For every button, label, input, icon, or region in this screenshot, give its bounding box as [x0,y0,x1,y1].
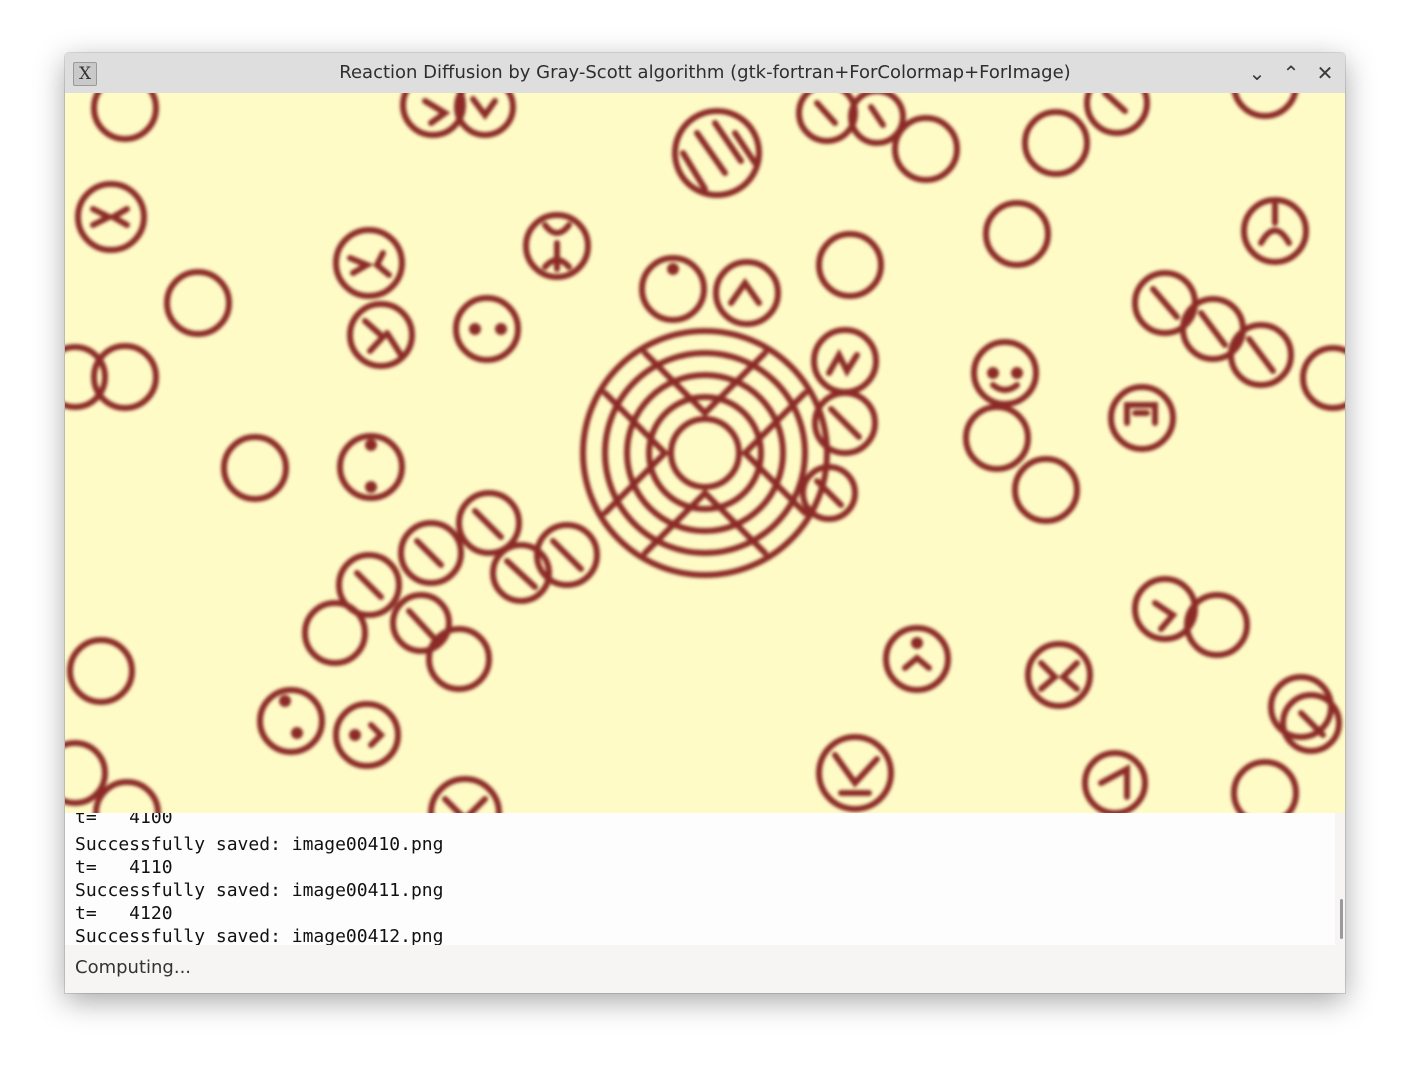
log-line: t= 4100 [75,813,173,828]
chevron-up-icon: ⌃ [1282,61,1300,85]
log-scrollbar[interactable] [1335,813,1345,945]
scrollbar-thumb[interactable] [1340,899,1343,939]
title-bar[interactable]: X Reaction Diffusion by Gray-Scott algor… [65,53,1345,94]
log-line: Successfully saved: image00411.png [75,880,444,901]
chevron-down-icon: ⌄ [1248,61,1266,85]
app-window: X Reaction Diffusion by Gray-Scott algor… [65,53,1345,993]
reaction-diffusion-image [65,93,1345,813]
status-bar: Computing... [65,945,1345,993]
simulation-canvas [65,93,1345,813]
log-line: Successfully saved: image00410.png [75,834,444,855]
output-log[interactable]: t= 4100 Successfully saved: image00410.p… [65,813,1335,945]
log-line: t= 4120 [75,903,173,924]
minimize-button[interactable]: ⌄ [1244,60,1270,86]
maximize-button[interactable]: ⌃ [1278,60,1304,86]
close-button[interactable]: ✕ [1312,60,1338,86]
status-text: Computing... [75,957,192,978]
log-line: t= 4110 [75,857,173,878]
close-icon: ✕ [1316,61,1334,85]
pattern-spots [65,93,1345,813]
log-line: Successfully saved: image00412.png [75,926,444,945]
window-title: Reaction Diffusion by Gray-Scott algorit… [339,62,1071,83]
